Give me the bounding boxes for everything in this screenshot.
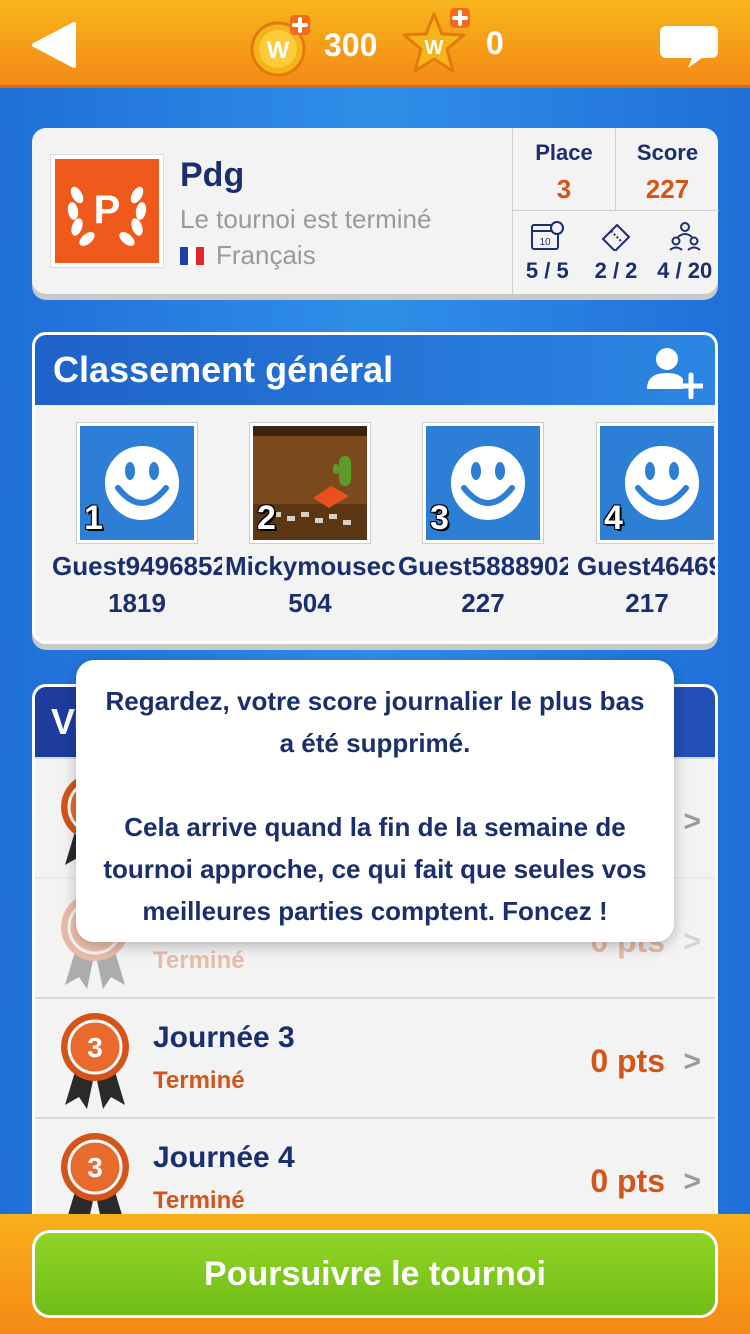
general-ranking-card: Classement général 1 Guest9496852 1819 2… — [32, 332, 718, 644]
stars-value: 0 — [486, 24, 504, 61]
rank-number: 2 — [257, 499, 276, 537]
day-name: Journée 4 — [153, 1141, 295, 1174]
calendar-icon: 10 — [531, 221, 565, 250]
tickets-value: 2 / 2 — [594, 258, 638, 283]
invite-player-button[interactable] — [645, 345, 705, 400]
stars-counter[interactable]: W 0 — [400, 6, 504, 80]
coins-value: 300 — [324, 26, 378, 63]
day-status: Terminé — [153, 1187, 245, 1214]
ranking-player-1[interactable]: 1 Guest9496852 1819 — [52, 423, 222, 619]
avatar: 2 — [250, 423, 370, 543]
bottom-bar: Poursuivre le tournoi — [0, 1214, 750, 1334]
coin-letter: W — [267, 37, 290, 64]
ribbon-rank: 3 — [87, 1152, 103, 1183]
avatar: 3 — [423, 423, 543, 543]
score-removed-tooltip[interactable]: Regardez, votre score journalier le plus… — [76, 660, 674, 942]
ranking-player-4[interactable]: 4 Guest46469 217 — [573, 423, 718, 619]
tooltip-line-2: Cela arrive quand la fin de la semaine d… — [103, 812, 647, 926]
rank-ribbon-icon: 3 — [61, 1133, 129, 1221]
tournament-info-card: P Pdg Le tournoi est terminé Français Pl… — [32, 128, 719, 294]
player-score: 504 — [288, 588, 332, 618]
day-row-4[interactable]: 3 Journée 4 Terminé 0 pts > — [35, 1117, 715, 1221]
chevron-right-icon: > — [683, 925, 701, 958]
place-value: 3 — [556, 174, 572, 204]
player-name: Guest5888902 — [398, 551, 568, 581]
score-value: 227 — [645, 174, 690, 204]
chevron-right-icon: > — [683, 1045, 701, 1078]
progress-stats: 10 5 / 5 2 / 2 4 / 20 — [513, 210, 719, 294]
laurel-icon: P — [67, 186, 147, 246]
add-user-icon — [647, 348, 705, 400]
ranking-header: Classement général — [35, 335, 715, 405]
tickets-stat: 2 / 2 — [582, 211, 651, 294]
place-label: Place — [535, 140, 593, 165]
coin-icon: W — [248, 13, 312, 77]
tournament-language: Français — [180, 240, 316, 271]
avatar: 1 — [77, 423, 197, 543]
place-stat: Place 3 — [513, 128, 616, 210]
tournament-status: Le tournoi est terminé — [180, 204, 432, 234]
coins-counter[interactable]: W 300 — [248, 10, 377, 80]
day-points: 0 pts — [590, 1043, 665, 1079]
day-points: 0 pts — [590, 1163, 665, 1199]
days-value: 5 / 5 — [525, 258, 569, 283]
player-name: Mickymousech — [225, 551, 395, 581]
ranking-player-3[interactable]: 3 Guest5888902 227 — [398, 423, 568, 619]
players-value: 4 / 20 — [657, 258, 713, 283]
back-button[interactable] — [30, 20, 80, 70]
star-icon: W — [400, 6, 474, 80]
ranking-player-2[interactable]: 2 Mickymousech 504 — [225, 423, 395, 619]
day-row-3[interactable]: 3 Journée 3 Terminé 0 pts > — [35, 997, 715, 1117]
rank-number: 4 — [604, 499, 623, 537]
calendar-day: 10 — [540, 237, 552, 248]
continue-tournament-label: Poursuivre le tournoi — [204, 1255, 546, 1293]
avatar: 4 — [597, 423, 715, 543]
player-score: 1819 — [108, 588, 166, 618]
rank-number: 1 — [84, 499, 103, 537]
chat-bubble-icon — [660, 26, 718, 68]
tournament-badge: P — [50, 154, 164, 268]
day-name: Journée 3 — [153, 1021, 295, 1054]
score-stat: Score 227 — [616, 128, 719, 210]
score-label: Score — [636, 140, 699, 165]
rank-ribbon-icon: 3 — [61, 1013, 129, 1109]
continue-tournament-button[interactable]: Poursuivre le tournoi — [32, 1230, 718, 1318]
chevron-right-icon: > — [683, 1165, 701, 1198]
days-stat: 10 5 / 5 — [513, 211, 582, 294]
rank-number: 3 — [430, 499, 449, 537]
ranking-players: 1 Guest9496852 1819 2 Mickymousech 504 3… — [35, 423, 718, 641]
day-status: Terminé — [153, 1067, 245, 1094]
badge-letter: P — [94, 188, 121, 232]
ticket-icon — [602, 224, 630, 252]
ranking-title: Classement général — [53, 349, 394, 390]
chat-button[interactable] — [658, 24, 720, 70]
chevron-right-icon: > — [683, 805, 701, 838]
players-stat: 4 / 20 — [650, 211, 719, 294]
player-name: Guest46469 — [577, 551, 718, 581]
player-name: Guest9496852 — [52, 551, 222, 581]
tooltip-line-1: Regardez, votre score journalier le plus… — [105, 686, 645, 758]
player-score: 217 — [625, 588, 669, 618]
tournament-name: Pdg — [180, 156, 245, 194]
day-status: Terminé — [153, 947, 245, 974]
top-bar: W 300 W 0 — [0, 0, 750, 88]
ribbon-rank: 3 — [87, 1032, 103, 1063]
star-letter: W — [425, 37, 444, 59]
language-label: Français — [216, 240, 316, 270]
tournament-stats: Place 3 Score 227 10 5 / 5 2 / 2 4 / 20 — [512, 128, 719, 294]
player-score: 227 — [461, 588, 505, 618]
france-flag-icon — [180, 246, 204, 265]
back-arrow-icon — [32, 22, 76, 68]
players-icon — [669, 222, 701, 251]
